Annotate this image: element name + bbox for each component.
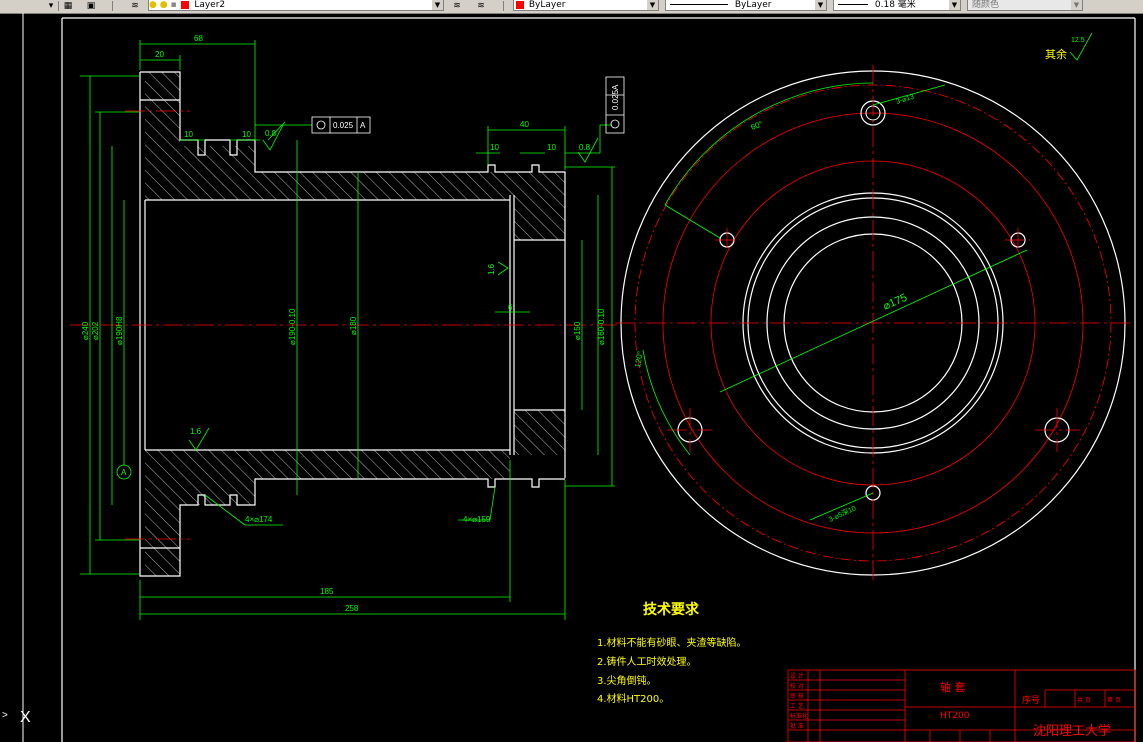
toolbar-separator [58, 1, 59, 11]
vdim-202: ⌀202 [91, 321, 100, 340]
tolerance-frames [311, 76, 625, 134]
tol-flatness-datum: A [360, 121, 366, 130]
color-dropdown[interactable]: ByLayer ▼ [513, 0, 659, 11]
angle-120: 120° [633, 350, 645, 368]
title-row-label: 批 准 [790, 722, 804, 730]
sheet-label: 第 页 [1107, 696, 1121, 704]
command-prompt: > [2, 710, 8, 721]
layer-previous-icon[interactable]: ≋ [476, 1, 486, 11]
layer-dropdown[interactable]: ● ● ▪ Layer2 ▼ [148, 0, 444, 11]
layer-properties-toolbar: ▾ ▦ ▣ ≋ ● ● ▪ Layer2 ▼ ≋ ≋ ByLayer ▼ ByL… [0, 0, 1143, 14]
dim-groove-right: 4×⌀159 [463, 515, 491, 524]
tech-title: 技术要求 [643, 601, 700, 618]
tech-item: 2.铸件人工时效处理。 [597, 655, 697, 668]
layers-stack-icon[interactable]: ≋ [130, 1, 140, 11]
material: HT200 [940, 711, 970, 721]
linetype-dropdown[interactable]: ByLayer ▼ [665, 0, 827, 11]
make-current-layer-icon[interactable]: ≋ [452, 1, 462, 11]
rough-16-mid: 1.6 [487, 263, 496, 275]
layer-manager-icon[interactable]: ▣ [86, 1, 96, 11]
tech-item: 1.材料不能有砂眼、夹渣等缺陷。 [597, 636, 747, 649]
tech-item: 3.尖角倒钝。 [597, 674, 657, 687]
drawing-canvas[interactable]: 68 20 10 10 40 10 10 185 258 4×⌀174 4×⌀1… [0, 13, 1143, 742]
vdim-180: ⌀180 [349, 316, 358, 335]
axis-glyph: X [20, 709, 31, 726]
title-row-label: 设 计 [790, 672, 804, 680]
rough-16-left: 1.6 [190, 427, 202, 436]
tol-vertical: 0.025 [611, 89, 620, 110]
tech-item: 4.材料HT200。 [597, 692, 669, 705]
seq-label: 序号 [1022, 694, 1040, 706]
toolbar-separator [503, 1, 504, 11]
dropdown-arrow-icon[interactable]: ▾ [46, 1, 56, 11]
sun-icon: ● [159, 0, 168, 10]
dim-10b: 10 [242, 130, 251, 139]
sym-6: 6 [508, 303, 513, 312]
vdim-fit: ⌀190H8 [115, 316, 124, 345]
dim-68: 68 [194, 34, 203, 43]
lightbulb-icon: ● [149, 0, 157, 10]
rough-08-left: 0.8 [265, 129, 277, 138]
plotstyle-name: 随颜色 [972, 0, 1000, 10]
layer-name: Layer2 [194, 0, 226, 10]
dim-10c: 10 [490, 143, 499, 152]
dim-185: 185 [320, 587, 334, 596]
linetype-name: ByLayer [734, 0, 772, 10]
dim-groove-left: 4×⌀174 [245, 515, 273, 524]
vdim-right: ⌀160-0.10 [597, 308, 606, 345]
tol-vertical-datum: A [611, 84, 620, 90]
layer-states-icon[interactable]: ▦ [63, 1, 73, 11]
lineweight-dropdown[interactable]: 0.18 毫米 ▼ [833, 0, 961, 11]
front-centerlines [615, 65, 1130, 580]
lock-icon: ▪ [170, 0, 177, 10]
roughness-remaining-value: 12.5 [1071, 37, 1085, 44]
vdim-240: ⌀240 [81, 321, 90, 340]
ucs-icon: > X [2, 709, 31, 726]
title-row-label: 标准化 [790, 712, 808, 720]
hole-note-top: 3-⌀13 [895, 94, 915, 106]
vdim-bore: ⌀150 [573, 321, 582, 340]
chevron-down-icon[interactable]: ▼ [949, 0, 960, 10]
dim-40: 40 [520, 120, 529, 129]
front-dimensions [642, 82, 1028, 521]
roughness-remaining: 其余 [1045, 47, 1067, 61]
lineweight-preview [838, 4, 868, 5]
dim-10d: 10 [547, 143, 556, 152]
title-row-label: 审 核 [790, 692, 804, 700]
dim-20: 20 [155, 50, 164, 59]
sheet-label: 共 页 [1077, 696, 1091, 704]
plotstyle-dropdown[interactable]: 随颜色 ▼ [967, 0, 1083, 11]
lineweight-value: 0.18 毫米 [874, 0, 916, 10]
title-row-label: 工 艺 [790, 702, 804, 710]
layer-color-swatch [181, 0, 190, 9]
drawing-frame [22, 13, 1136, 742]
title-row-label: 校 对 [790, 682, 804, 690]
angle-60: 60° [750, 119, 764, 132]
dim-258: 258 [345, 604, 359, 613]
color-swatch [516, 0, 524, 9]
linetype-preview [670, 4, 728, 5]
chevron-down-icon[interactable]: ▼ [647, 0, 658, 10]
diameter-175: ⌀175 [881, 292, 909, 313]
rough-08-right: 0.8 [579, 143, 591, 152]
toolbar-separator [112, 1, 113, 11]
color-name: ByLayer [528, 0, 566, 10]
part-name: 轴 套 [940, 680, 966, 694]
chevron-down-icon[interactable]: ▼ [432, 0, 443, 10]
school-name: 沈阳理工大学 [1033, 723, 1111, 739]
datum-label: A [121, 468, 127, 477]
tol-flatness: 0.025 [333, 121, 354, 130]
chevron-down-icon[interactable]: ▼ [815, 0, 826, 10]
dim-10a: 10 [184, 130, 193, 139]
vdim-mid: ⌀190-0.10 [288, 308, 297, 345]
chevron-down-icon[interactable]: ▼ [1071, 0, 1082, 10]
